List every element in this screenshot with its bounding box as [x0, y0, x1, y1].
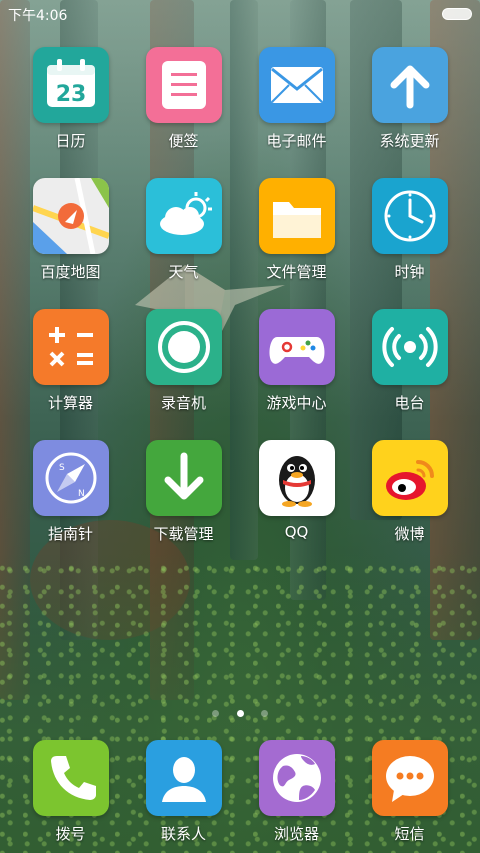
message-icon	[371, 740, 448, 816]
app-label: 录音机	[160, 394, 206, 412]
app-qq[interactable]: QQ	[240, 440, 353, 541]
app-recorder[interactable]: 录音机	[127, 309, 240, 413]
app-label: QQ	[284, 523, 309, 541]
status-bar: 下午4:06	[0, 0, 480, 26]
calendar-icon: 23	[32, 47, 109, 123]
app-label: 日历	[55, 132, 86, 150]
app-download-manager[interactable]: 下载管理	[127, 440, 240, 544]
page-indicator	[0, 702, 480, 717]
compass-icon: S N	[32, 440, 109, 516]
notes-icon	[145, 47, 222, 123]
app-label: 计算器	[47, 394, 93, 412]
svg-text:S: S	[59, 463, 65, 473]
app-label: 便签	[168, 132, 199, 150]
app-notes[interactable]: 便签	[127, 47, 240, 151]
app-weather[interactable]: 天气	[127, 178, 240, 282]
app-calculator[interactable]: 计算器	[14, 309, 127, 413]
app-label: 电台	[394, 394, 425, 412]
dock-browser[interactable]: 浏览器	[240, 740, 353, 844]
contacts-icon	[145, 740, 222, 816]
mail-icon	[258, 47, 335, 123]
clock-icon	[371, 178, 448, 254]
folder-icon	[258, 178, 335, 254]
app-label: 游戏中心	[266, 394, 327, 412]
gamepad-icon	[258, 309, 335, 385]
app-label: 电子邮件	[266, 132, 327, 150]
app-clock[interactable]: 时钟	[353, 178, 466, 282]
app-label: 系统更新	[379, 132, 440, 150]
page-dot-3[interactable]	[260, 710, 268, 717]
app-calendar[interactable]: 23 日历	[14, 47, 127, 151]
app-label: 时钟	[394, 263, 425, 281]
weibo-icon	[371, 440, 448, 516]
app-file-manager[interactable]: 文件管理	[240, 178, 353, 282]
calendar-date: 23	[55, 82, 86, 107]
dock-messages[interactable]: 短信	[353, 740, 466, 844]
page-dot-2[interactable]	[236, 710, 244, 717]
app-label: 文件管理	[266, 263, 327, 281]
app-compass[interactable]: S N 指南针	[14, 440, 127, 544]
app-label: 指南针	[47, 525, 93, 543]
app-label: 微博	[394, 525, 425, 543]
app-label: 短信	[394, 825, 425, 843]
app-email[interactable]: 电子邮件	[240, 47, 353, 151]
svg-text:N: N	[78, 489, 85, 499]
dock-phone[interactable]: 拨号	[14, 740, 127, 844]
weather-icon	[145, 178, 222, 254]
app-weibo[interactable]: 微博	[353, 440, 466, 544]
app-label: 天气	[168, 263, 199, 281]
dock-contacts[interactable]: 联系人	[127, 740, 240, 844]
update-arrow-icon	[371, 47, 448, 123]
browser-globe-icon	[258, 740, 335, 816]
app-label: 拨号	[55, 825, 86, 843]
radio-icon	[371, 309, 448, 385]
app-radio[interactable]: 电台	[353, 309, 466, 413]
calculator-icon	[32, 309, 109, 385]
status-time: 下午4:06	[8, 8, 68, 24]
recorder-icon	[145, 309, 222, 385]
app-label: 联系人	[160, 825, 206, 843]
app-label: 下载管理	[153, 525, 214, 543]
battery-icon	[442, 8, 472, 20]
app-system-update[interactable]: 系统更新	[353, 47, 466, 151]
app-baidu-map[interactable]: 百度地图	[14, 178, 127, 282]
qq-penguin-icon	[258, 440, 335, 516]
map-icon	[32, 178, 109, 254]
app-label: 百度地图	[40, 263, 101, 281]
app-label: 浏览器	[273, 825, 319, 843]
download-icon	[145, 440, 222, 516]
app-game-center[interactable]: 游戏中心	[240, 309, 353, 413]
phone-icon	[32, 740, 109, 816]
